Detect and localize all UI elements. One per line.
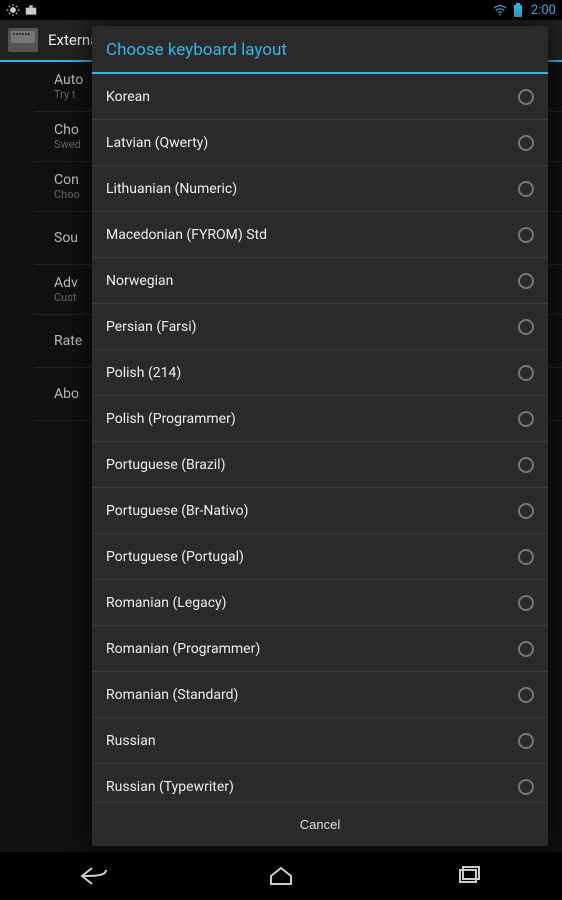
dialog-footer: Cancel	[92, 802, 548, 846]
radio-icon[interactable]	[518, 181, 534, 197]
layout-option-label: Portuguese (Brazil)	[106, 457, 225, 473]
radio-icon[interactable]	[518, 89, 534, 105]
layout-option-label: Latvian (Qwerty)	[106, 135, 208, 151]
layout-option[interactable]: Portuguese (Br-Nativo)	[92, 488, 548, 534]
debug-icon	[6, 3, 20, 17]
back-button[interactable]	[64, 862, 124, 890]
dialog-title: Choose keyboard layout	[92, 26, 548, 72]
layout-option[interactable]: Russian (Typewriter)	[92, 764, 548, 802]
layout-option[interactable]: Norwegian	[92, 258, 548, 304]
layout-option[interactable]: Romanian (Programmer)	[92, 626, 548, 672]
layout-option-label: Romanian (Programmer)	[106, 641, 260, 657]
battery-icon	[511, 3, 525, 17]
layout-option[interactable]: Russian	[92, 718, 548, 764]
layout-option-label: Portuguese (Portugal)	[106, 549, 244, 565]
radio-icon[interactable]	[518, 227, 534, 243]
layout-option-label: Lithuanian (Numeric)	[106, 181, 237, 197]
radio-icon[interactable]	[518, 273, 534, 289]
layout-option-label: Russian (Typewriter)	[106, 779, 234, 795]
layout-option[interactable]: Macedonian (FYROM) Std	[92, 212, 548, 258]
layout-option[interactable]: Portuguese (Portugal)	[92, 534, 548, 580]
layout-option[interactable]: Polish (Programmer)	[92, 396, 548, 442]
layout-option[interactable]: Romanian (Legacy)	[92, 580, 548, 626]
status-clock: 2:00	[531, 3, 556, 18]
layout-option[interactable]: Lithuanian (Numeric)	[92, 166, 548, 212]
layout-option-label: Romanian (Legacy)	[106, 595, 227, 611]
layout-option-label: Polish (Programmer)	[106, 411, 236, 427]
layout-option-label: Norwegian	[106, 273, 173, 289]
dialog-option-list[interactable]: Korean Latvian (Qwerty) Lithuanian (Numeri…	[92, 74, 548, 802]
wifi-icon	[493, 3, 507, 17]
layout-option[interactable]: Polish (214)	[92, 350, 548, 396]
layout-option-label: Persian (Farsi)	[106, 319, 197, 335]
radio-icon[interactable]	[518, 641, 534, 657]
app-icon	[8, 28, 38, 52]
layout-option[interactable]: Persian (Farsi)	[92, 304, 548, 350]
radio-icon[interactable]	[518, 733, 534, 749]
briefcase-icon	[24, 3, 38, 17]
layout-option[interactable]: Korean	[92, 74, 548, 120]
action-bar-title: Externa	[48, 31, 98, 49]
radio-icon[interactable]	[518, 687, 534, 703]
layout-option-label: Macedonian (FYROM) Std	[106, 227, 267, 243]
radio-icon[interactable]	[518, 595, 534, 611]
dialog-choose-keyboard-layout: Choose keyboard layout Korean Latvian (Qw…	[92, 26, 548, 846]
layout-option[interactable]: Latvian (Qwerty)	[92, 120, 548, 166]
navigation-bar	[0, 852, 562, 900]
radio-icon[interactable]	[518, 779, 534, 795]
layout-option-label: Polish (214)	[106, 365, 181, 381]
radio-icon[interactable]	[518, 319, 534, 335]
layout-option-label: Korean	[106, 89, 150, 105]
radio-icon[interactable]	[518, 365, 534, 381]
radio-icon[interactable]	[518, 503, 534, 519]
status-bar: 2:00	[0, 0, 562, 20]
layout-option[interactable]: Romanian (Standard)	[92, 672, 548, 718]
radio-icon[interactable]	[518, 457, 534, 473]
cancel-button[interactable]: Cancel	[92, 803, 548, 846]
radio-icon[interactable]	[518, 135, 534, 151]
radio-icon[interactable]	[518, 411, 534, 427]
layout-option-label: Romanian (Standard)	[106, 687, 238, 703]
home-button[interactable]	[251, 862, 311, 890]
layout-option-label: Portuguese (Br-Nativo)	[106, 503, 249, 519]
recents-button[interactable]	[438, 862, 498, 890]
layout-option-label: Russian	[106, 733, 156, 749]
radio-icon[interactable]	[518, 549, 534, 565]
layout-option[interactable]: Portuguese (Brazil)	[92, 442, 548, 488]
